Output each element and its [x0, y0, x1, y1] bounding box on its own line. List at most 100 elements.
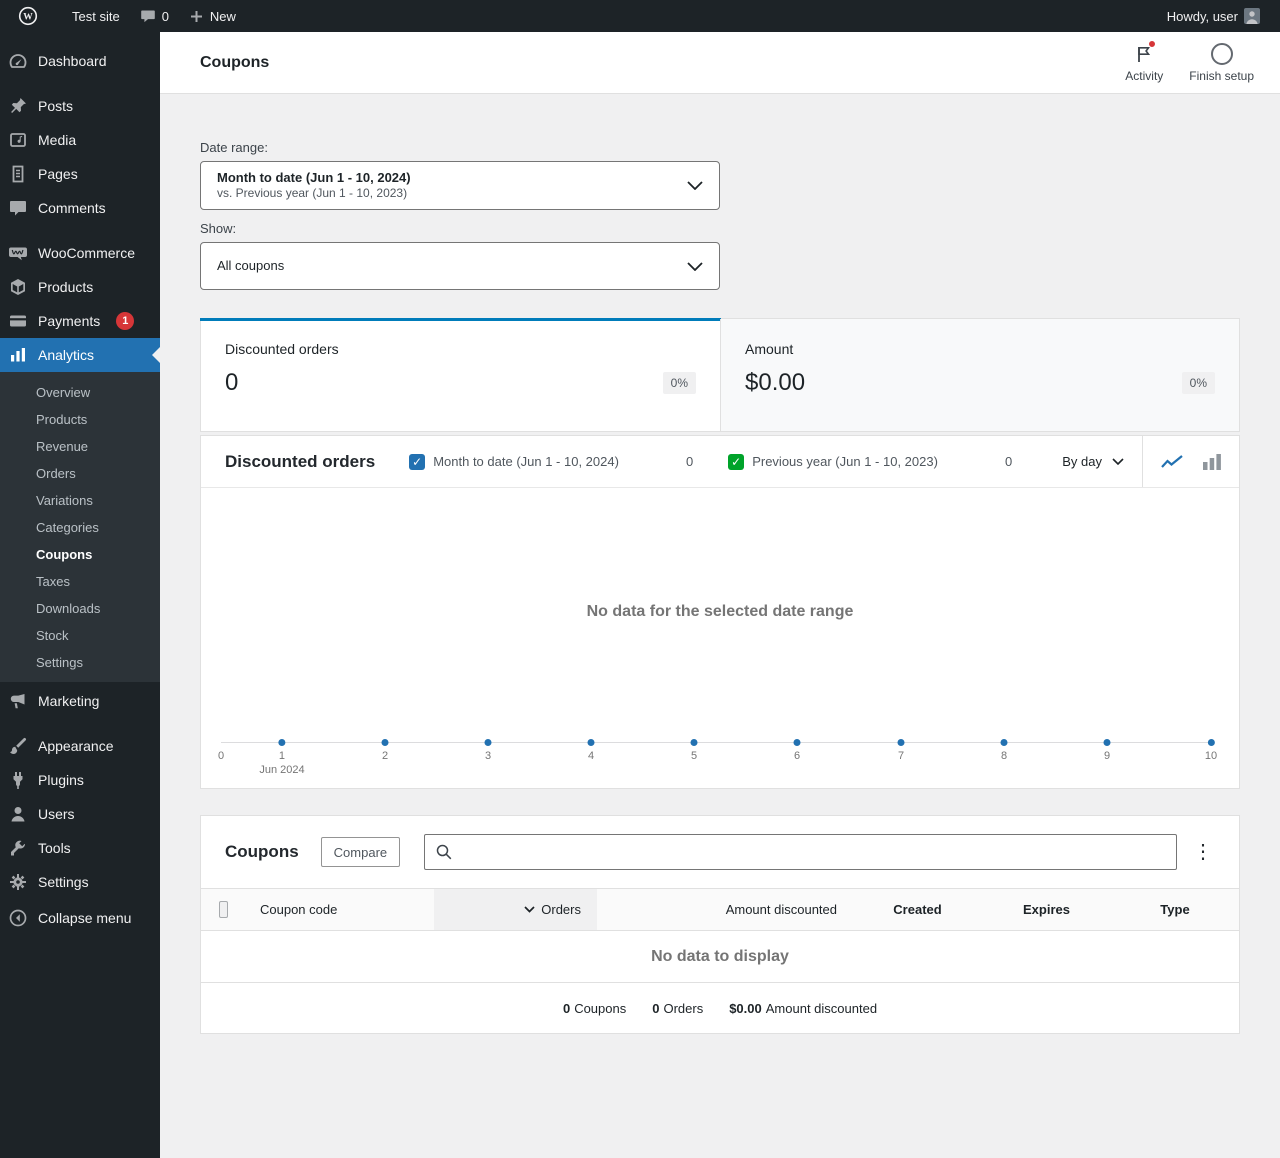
coupons-table-panel: Coupons Compare ⋮ Coupon code Orders Amo…: [200, 815, 1240, 1034]
new-content-link[interactable]: New: [179, 0, 246, 32]
sidebar-item-woocommerce[interactable]: WooCommerce: [0, 236, 160, 270]
select-all-checkbox[interactable]: [219, 901, 228, 918]
sidebar-item-products[interactable]: Products: [0, 270, 160, 304]
column-header-coupon-code[interactable]: Coupon code: [244, 889, 434, 930]
avatar: [1244, 8, 1260, 24]
summary-card-amount[interactable]: Amount $0.00 0%: [720, 319, 1239, 431]
submenu-item-variations[interactable]: Variations: [0, 487, 160, 514]
checkbox-previous-period[interactable]: ✓: [728, 453, 745, 470]
search-input[interactable]: [459, 844, 1166, 860]
submenu-item-coupons[interactable]: Coupons: [0, 541, 160, 568]
column-header-amount-discounted[interactable]: Amount discounted: [597, 889, 853, 930]
sidebar-item-label: Payments: [38, 313, 101, 329]
comments-link[interactable]: 0: [130, 0, 179, 32]
data-point-dot: [690, 739, 698, 746]
finish-setup-button[interactable]: Finish setup: [1189, 42, 1254, 83]
sidebar-item-users[interactable]: Users: [0, 797, 160, 831]
payments-notification-badge: 1: [116, 312, 135, 330]
sidebar-item-label: Settings: [38, 874, 89, 890]
interval-value: By day: [1062, 454, 1102, 469]
howdy-text: Howdy, user: [1166, 8, 1238, 24]
sidebar-item-tools[interactable]: Tools: [0, 831, 160, 865]
column-header-expires[interactable]: Expires: [982, 889, 1111, 930]
sidebar-item-label: Media: [38, 132, 77, 148]
summary-card-value: 0: [225, 369, 239, 396]
submenu-item-settings[interactable]: Settings: [0, 649, 160, 676]
legend-value: 0: [685, 454, 694, 469]
payments-card-icon: [8, 311, 28, 331]
interval-select[interactable]: By day: [1062, 454, 1142, 469]
submenu-item-overview[interactable]: Overview: [0, 379, 160, 406]
column-header-orders[interactable]: Orders: [434, 889, 597, 930]
sidebar-item-dashboard[interactable]: Dashboard: [0, 44, 160, 78]
submenu-item-revenue[interactable]: Revenue: [0, 433, 160, 460]
column-header-created[interactable]: Created: [853, 889, 982, 930]
notification-dot: [1148, 40, 1157, 48]
sidebar-item-posts[interactable]: Posts: [0, 89, 160, 123]
search-box: [424, 834, 1177, 870]
sidebar-item-comments[interactable]: Comments: [0, 191, 160, 225]
data-point-dot: [381, 739, 389, 746]
legend-previous-period[interactable]: ✓ Previous year (Jun 1 - 10, 2023) 0: [728, 453, 1013, 470]
collapse-arrow-icon: [8, 908, 28, 928]
submenu-item-downloads[interactable]: Downloads: [0, 595, 160, 622]
show-select[interactable]: All coupons: [200, 242, 720, 290]
search-icon: [435, 843, 453, 861]
legend-current-period[interactable]: ✓ Month to date (Jun 1 - 10, 2024) 0: [409, 453, 694, 470]
megaphone-icon: [8, 691, 28, 711]
sidebar-item-settings[interactable]: Settings: [0, 865, 160, 899]
wordpress-admin-screen: W Test site 0 New Howdy, user Dashboard …: [0, 0, 1280, 1158]
bar-chart-icon[interactable]: [1202, 453, 1222, 470]
table-menu-button[interactable]: ⋮: [1189, 842, 1217, 862]
submenu-item-products[interactable]: Products: [0, 406, 160, 433]
sidebar-item-media[interactable]: Media: [0, 123, 160, 157]
axis-tick: 3: [484, 739, 492, 762]
sidebar-item-label: Pages: [38, 166, 78, 182]
date-range-select[interactable]: Month to date (Jun 1 - 10, 2024) vs. Pre…: [200, 161, 720, 210]
wordpress-logo[interactable]: W: [8, 0, 48, 32]
submenu-item-stock[interactable]: Stock: [0, 622, 160, 649]
legend-value: 0: [1004, 454, 1013, 469]
legend-label: Month to date (Jun 1 - 10, 2024): [433, 454, 619, 469]
compare-button[interactable]: Compare: [320, 837, 401, 867]
line-chart-icon[interactable]: [1160, 453, 1184, 470]
woocommerce-icon: [8, 243, 28, 263]
data-point-dot: [1103, 739, 1111, 746]
sidebar-item-collapse-menu[interactable]: Collapse menu: [0, 901, 160, 935]
checkbox-current-period[interactable]: ✓: [409, 453, 426, 470]
plus-icon: [189, 9, 204, 24]
submenu-item-orders[interactable]: Orders: [0, 460, 160, 487]
pushpin-icon: [8, 96, 28, 116]
sidebar-item-label: Users: [38, 806, 75, 822]
axis-tick: 7: [897, 739, 905, 762]
site-name-link[interactable]: Test site: [48, 0, 130, 32]
submenu-item-taxes[interactable]: Taxes: [0, 568, 160, 595]
sidebar-item-plugins[interactable]: Plugins: [0, 763, 160, 797]
sidebar-item-payments[interactable]: Payments 1: [0, 304, 160, 338]
sidebar-item-label: WooCommerce: [38, 245, 135, 261]
submenu-item-categories[interactable]: Categories: [0, 514, 160, 541]
chevron-down-icon: [1112, 458, 1124, 465]
summary-card-discounted-orders[interactable]: Discounted orders 0 0%: [200, 318, 721, 431]
site-name-label: Test site: [72, 8, 120, 24]
sidebar-item-appearance[interactable]: Appearance: [0, 729, 160, 763]
sidebar-item-label: Marketing: [38, 693, 100, 709]
chart-panel: Discounted orders ✓ Month to date (Jun 1…: [200, 435, 1240, 789]
admin-bar-right: Howdy, user: [1157, 0, 1270, 32]
date-range-compare-value: vs. Previous year (Jun 1 - 10, 2023): [217, 186, 408, 200]
table-header-bar: Coupons Compare ⋮: [201, 816, 1239, 888]
user-icon: [8, 804, 28, 824]
account-menu[interactable]: Howdy, user: [1157, 0, 1270, 32]
sidebar-item-marketing[interactable]: Marketing: [0, 684, 160, 718]
chart-title: Discounted orders: [225, 451, 376, 471]
sidebar-item-label: Analytics: [38, 347, 95, 363]
media-icon: [8, 130, 28, 150]
finish-setup-label: Finish setup: [1189, 69, 1254, 83]
chart-type-toggle: [1142, 436, 1239, 487]
admin-sidebar: Dashboard Posts Media Pages Comments Woo…: [0, 32, 160, 1158]
column-header-type[interactable]: Type: [1111, 889, 1239, 930]
sidebar-item-pages[interactable]: Pages: [0, 157, 160, 191]
sidebar-item-analytics[interactable]: Analytics: [0, 338, 160, 372]
select-all-cell: [201, 889, 244, 930]
activity-button[interactable]: Activity: [1125, 40, 1163, 83]
